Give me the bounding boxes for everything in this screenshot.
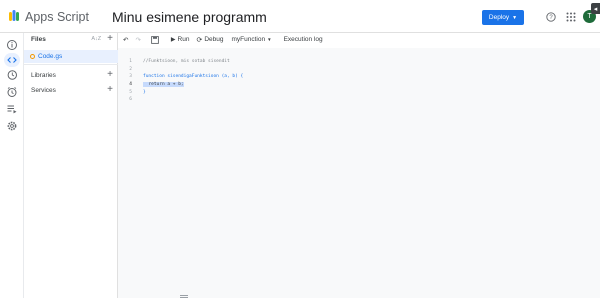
libraries-row[interactable]: Libraries + xyxy=(31,69,113,81)
history-icon[interactable] xyxy=(6,69,18,81)
sort-az-icon[interactable]: A↓Z xyxy=(91,36,101,42)
file-item-code-gs[interactable]: Code.gs xyxy=(24,50,118,63)
left-rail xyxy=(0,33,24,298)
add-file-icon[interactable]: + xyxy=(107,34,113,44)
code-line[interactable] xyxy=(143,96,243,104)
executions-icon[interactable] xyxy=(6,103,18,115)
deploy-button[interactable]: Deploy ▼ xyxy=(482,10,524,25)
collapse-icon[interactable]: ◂ xyxy=(591,3,600,14)
code-lines[interactable]: //Funktsioon, mis sotab sisendit functio… xyxy=(143,58,243,104)
line-number: 4 xyxy=(129,82,132,88)
help-icon[interactable]: ? xyxy=(546,12,556,22)
info-icon[interactable] xyxy=(6,39,18,51)
deploy-label: Deploy xyxy=(488,14,510,21)
save-icon[interactable] xyxy=(151,35,159,44)
code-line[interactable]: //Funktsioon, mis sotab sisendit xyxy=(143,58,243,66)
services-label: Services xyxy=(31,86,56,94)
code-line[interactable] xyxy=(143,66,243,74)
script-file-icon xyxy=(30,54,35,59)
divider xyxy=(24,64,118,65)
chevron-down-icon: ▼ xyxy=(512,14,518,21)
debug-button[interactable]: ⟳ Debug xyxy=(196,36,223,44)
debug-label: Debug xyxy=(204,36,224,43)
line-number: 2 xyxy=(129,66,132,72)
apps-script-logo xyxy=(9,10,19,21)
line-number: 5 xyxy=(129,89,132,95)
files-panel: Files A↓Z + Libraries + Services + xyxy=(24,33,118,298)
code-line[interactable]: } xyxy=(143,89,243,97)
selected-text[interactable]: return a + b; xyxy=(143,82,184,88)
play-icon: ▶ xyxy=(170,37,176,43)
run-button[interactable]: ▶ Run xyxy=(171,36,190,43)
add-library-icon[interactable]: + xyxy=(107,70,113,80)
redo-icon[interactable]: ↷ xyxy=(135,36,140,44)
apps-grid-icon[interactable] xyxy=(566,12,576,22)
editor-toolbar: ↶ ↷ ▶ Run ⟳ Debug myFunction ▼ Execution… xyxy=(118,33,600,46)
settings-icon[interactable] xyxy=(6,120,18,132)
files-header: Files A↓Z + xyxy=(31,33,113,45)
function-select[interactable]: myFunction ▼ xyxy=(232,36,272,43)
code-line[interactable]: function sisendigaFunktsioon (a, b) { xyxy=(143,73,243,81)
execution-log-button[interactable]: Execution log xyxy=(284,36,323,43)
line-number: 3 xyxy=(129,74,132,80)
services-row[interactable]: Services + xyxy=(31,84,113,96)
line-number-gutter: 1 2 3 4 5 6 xyxy=(118,58,132,104)
top-bar: Apps Script Minu esimene programm Deploy… xyxy=(0,0,600,33)
editor-nav-button[interactable] xyxy=(4,53,20,67)
code-editor[interactable]: 1 2 3 4 5 6 //Funktsioon, mis sotab sise… xyxy=(118,48,600,298)
function-select-value: myFunction xyxy=(231,36,266,43)
add-service-icon[interactable]: + xyxy=(107,85,113,95)
triggers-icon[interactable] xyxy=(6,86,18,98)
code-line[interactable]: return a + b; xyxy=(143,81,243,89)
undo-icon[interactable]: ↶ xyxy=(123,36,128,44)
code-icon xyxy=(7,57,17,63)
run-label: Run xyxy=(177,36,190,43)
debug-icon: ⟳ xyxy=(196,36,203,44)
chevron-down-icon: ▼ xyxy=(267,37,272,42)
line-number: 6 xyxy=(129,97,132,103)
project-title[interactable]: Minu esimene programm xyxy=(112,9,267,25)
execution-log-label: Execution log xyxy=(283,36,323,43)
line-number: 1 xyxy=(129,59,132,64)
file-name: Code.gs xyxy=(38,53,63,60)
svg-text:?: ? xyxy=(549,15,553,21)
files-label: Files xyxy=(31,35,46,43)
libraries-label: Libraries xyxy=(31,71,56,79)
app-name: Apps Script xyxy=(25,10,89,24)
